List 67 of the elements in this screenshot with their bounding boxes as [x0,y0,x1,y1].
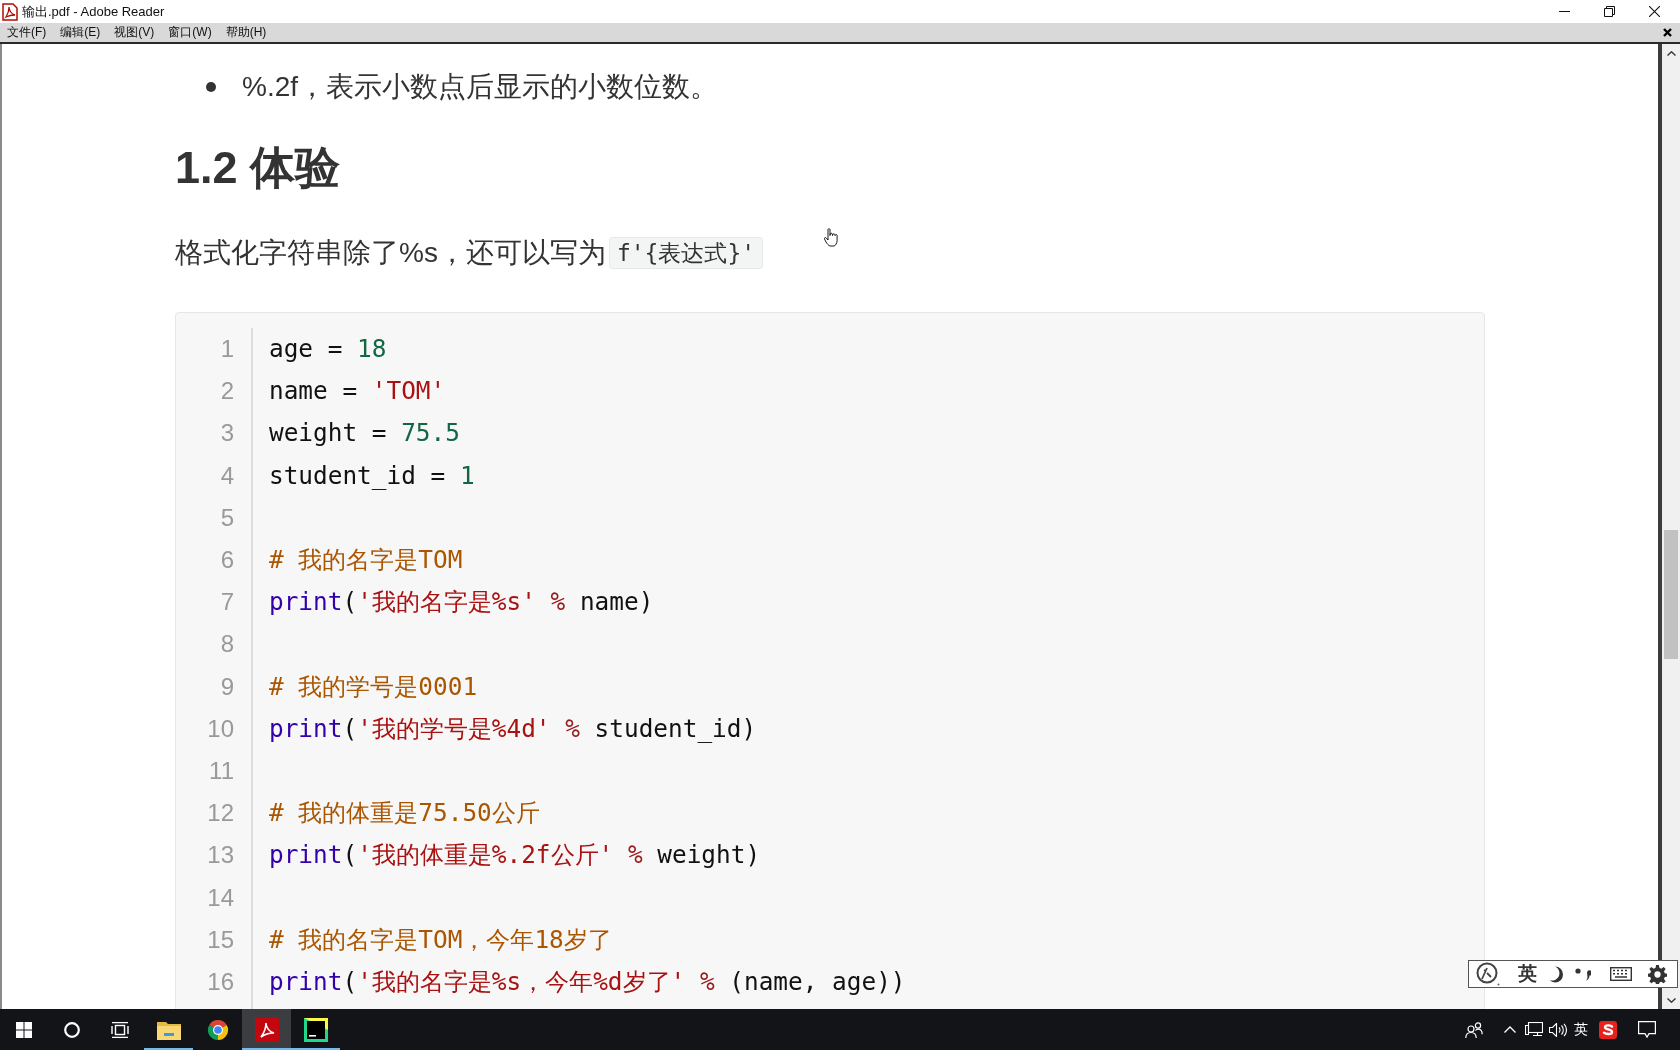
task-view-icon [111,1021,129,1038]
code-line: weight = 75.5 [269,417,460,450]
line-number: 11 [209,755,234,786]
ime-mode-toggle[interactable]: 英 [1518,963,1537,985]
moon-icon[interactable] [1549,965,1563,983]
line-number: 2 [220,376,234,407]
menu-item[interactable]: 视图(V) [109,24,160,41]
bullet-text: %.2f，表示小数点后显示的小数位数。 [242,69,719,104]
punctuation-icon[interactable] [1575,967,1591,981]
line-number: 15 [207,924,234,955]
close-icon [1662,28,1672,37]
settings-icon[interactable] [1648,964,1667,984]
taskbar-app-button[interactable] [242,1009,291,1050]
keyboard-icon[interactable] [1610,967,1632,981]
code-line: # 我的名字是TOM，今年18岁了 [269,923,612,956]
code-line: name = 'TOM' [269,375,446,408]
line-number: 9 [220,671,234,702]
minimize-icon [1559,11,1570,12]
code-line: print('我的体重是%.2f公斤' % weight) [269,839,761,872]
hand-cursor-icon [824,228,838,247]
speaker-icon [1549,1022,1567,1037]
line-number: 14 [207,882,234,913]
bullet-icon [206,81,216,92]
line-number: 1 [220,334,234,365]
start-logo-icon [16,1021,32,1038]
input-method-logo-icon [1599,1020,1617,1039]
code-line: print('我的名字是%s' % name) [269,586,654,619]
menu-item[interactable]: 窗口(W) [163,24,217,41]
line-number: 8 [220,629,234,660]
input-language-button[interactable]: 英 [1570,1009,1592,1050]
folder-icon [156,1019,181,1040]
menu-item[interactable]: 编辑(E) [55,24,106,41]
paragraph-text: 格式化字符串除了%s，还可以写为 [175,236,606,270]
line-number: 10 [207,713,234,744]
code-line: student_id = 1 [269,459,475,492]
window-title: 输出.pdf - Adobe Reader [22,2,165,21]
menu-item[interactable]: 帮助(H) [220,24,272,41]
browser-logo-icon [205,1017,230,1042]
speech-bubble-icon [1638,1021,1656,1038]
line-number: 7 [220,587,234,618]
code-line: print('我的名字是%s，今年%d岁了' % (name, age)) [269,965,906,998]
line-number: 6 [220,545,234,576]
code-line: # 我的名字是TOM [269,544,463,577]
code-line: # 我的学号是0001 [269,670,478,703]
search-icon [64,1021,80,1038]
section-heading: 1.2 体验 [175,141,341,195]
network-icon [1525,1021,1543,1038]
caret-up-icon [1666,50,1676,56]
line-number: 4 [220,460,234,491]
code-line: # 我的体重是75.50公斤 [269,797,540,830]
ide-logo-icon [303,1017,328,1042]
line-number: 5 [220,502,234,533]
people-icon [1465,1021,1483,1038]
restore-icon [1604,6,1615,17]
caret-down-icon [1666,997,1676,1003]
code-line: age = 18 [269,333,387,366]
pdf-logo-icon [254,1017,279,1042]
close-icon [1649,6,1660,17]
chevron-up-icon [1504,1026,1516,1033]
scrollbar-thumb[interactable] [1664,530,1678,659]
menu-item[interactable]: 文件(F) [2,24,52,41]
line-number: 12 [207,798,234,829]
code-line: print('我的学号是%4d' % student_id) [269,712,757,745]
inline-code: f'{表达式}' [608,237,764,269]
line-number: 3 [220,418,234,449]
line-number: 16 [207,966,234,997]
line-number: 13 [207,840,234,871]
